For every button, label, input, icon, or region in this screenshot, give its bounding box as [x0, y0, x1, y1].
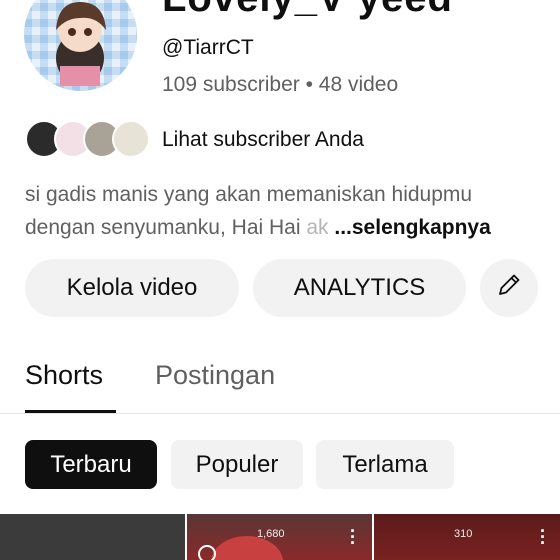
chip-popular[interactable]: Populer [171, 440, 303, 489]
description-line: si gadis manis yang akan memaniskan hidu… [25, 183, 473, 206]
tab-shorts[interactable]: Shorts [25, 360, 103, 391]
channel-name: Lovely_V yeed [162, 0, 453, 21]
pencil-icon [495, 271, 523, 306]
show-more-link[interactable]: ...selengkapnya [334, 216, 490, 239]
manage-videos-button[interactable]: Kelola video [25, 259, 239, 317]
view-count: 1,680 [257, 528, 285, 540]
edit-channel-button[interactable] [480, 259, 538, 317]
more-options-icon[interactable]: · · · [540, 522, 546, 552]
more-options-icon[interactable]: · · · [350, 522, 356, 552]
short-thumbnail[interactable]: 1,680 · · · [187, 514, 372, 560]
description-line: dengan senyumanku, Hai Hai ak ...selengk… [25, 211, 540, 244]
channel-description[interactable]: si gadis manis yang akan memaniskan hidu… [25, 178, 540, 244]
view-subscribers-link[interactable]: Lihat subscriber Anda [162, 128, 364, 152]
channel-meta: 109 subscriber • 48 video [162, 73, 399, 96]
subscriber-avatars[interactable] [25, 120, 150, 160]
chip-oldest[interactable]: Terlama [316, 440, 454, 489]
subscriber-avatar [112, 120, 150, 158]
description-text: dengan senyumanku, Hai Hai [25, 216, 307, 239]
tab-divider [0, 413, 560, 414]
short-thumbnail[interactable] [0, 514, 185, 560]
tab-posts[interactable]: Postingan [155, 360, 275, 391]
short-thumbnail[interactable]: 310 · · · [374, 514, 560, 560]
channel-handle: @TiarrCT [162, 36, 254, 59]
description-faded-text: ak [306, 216, 329, 239]
view-count: 310 [454, 528, 473, 540]
analytics-button[interactable]: ANALYTICS [253, 259, 466, 317]
channel-avatar[interactable] [24, 0, 137, 91]
chip-latest[interactable]: Terbaru [25, 440, 157, 489]
